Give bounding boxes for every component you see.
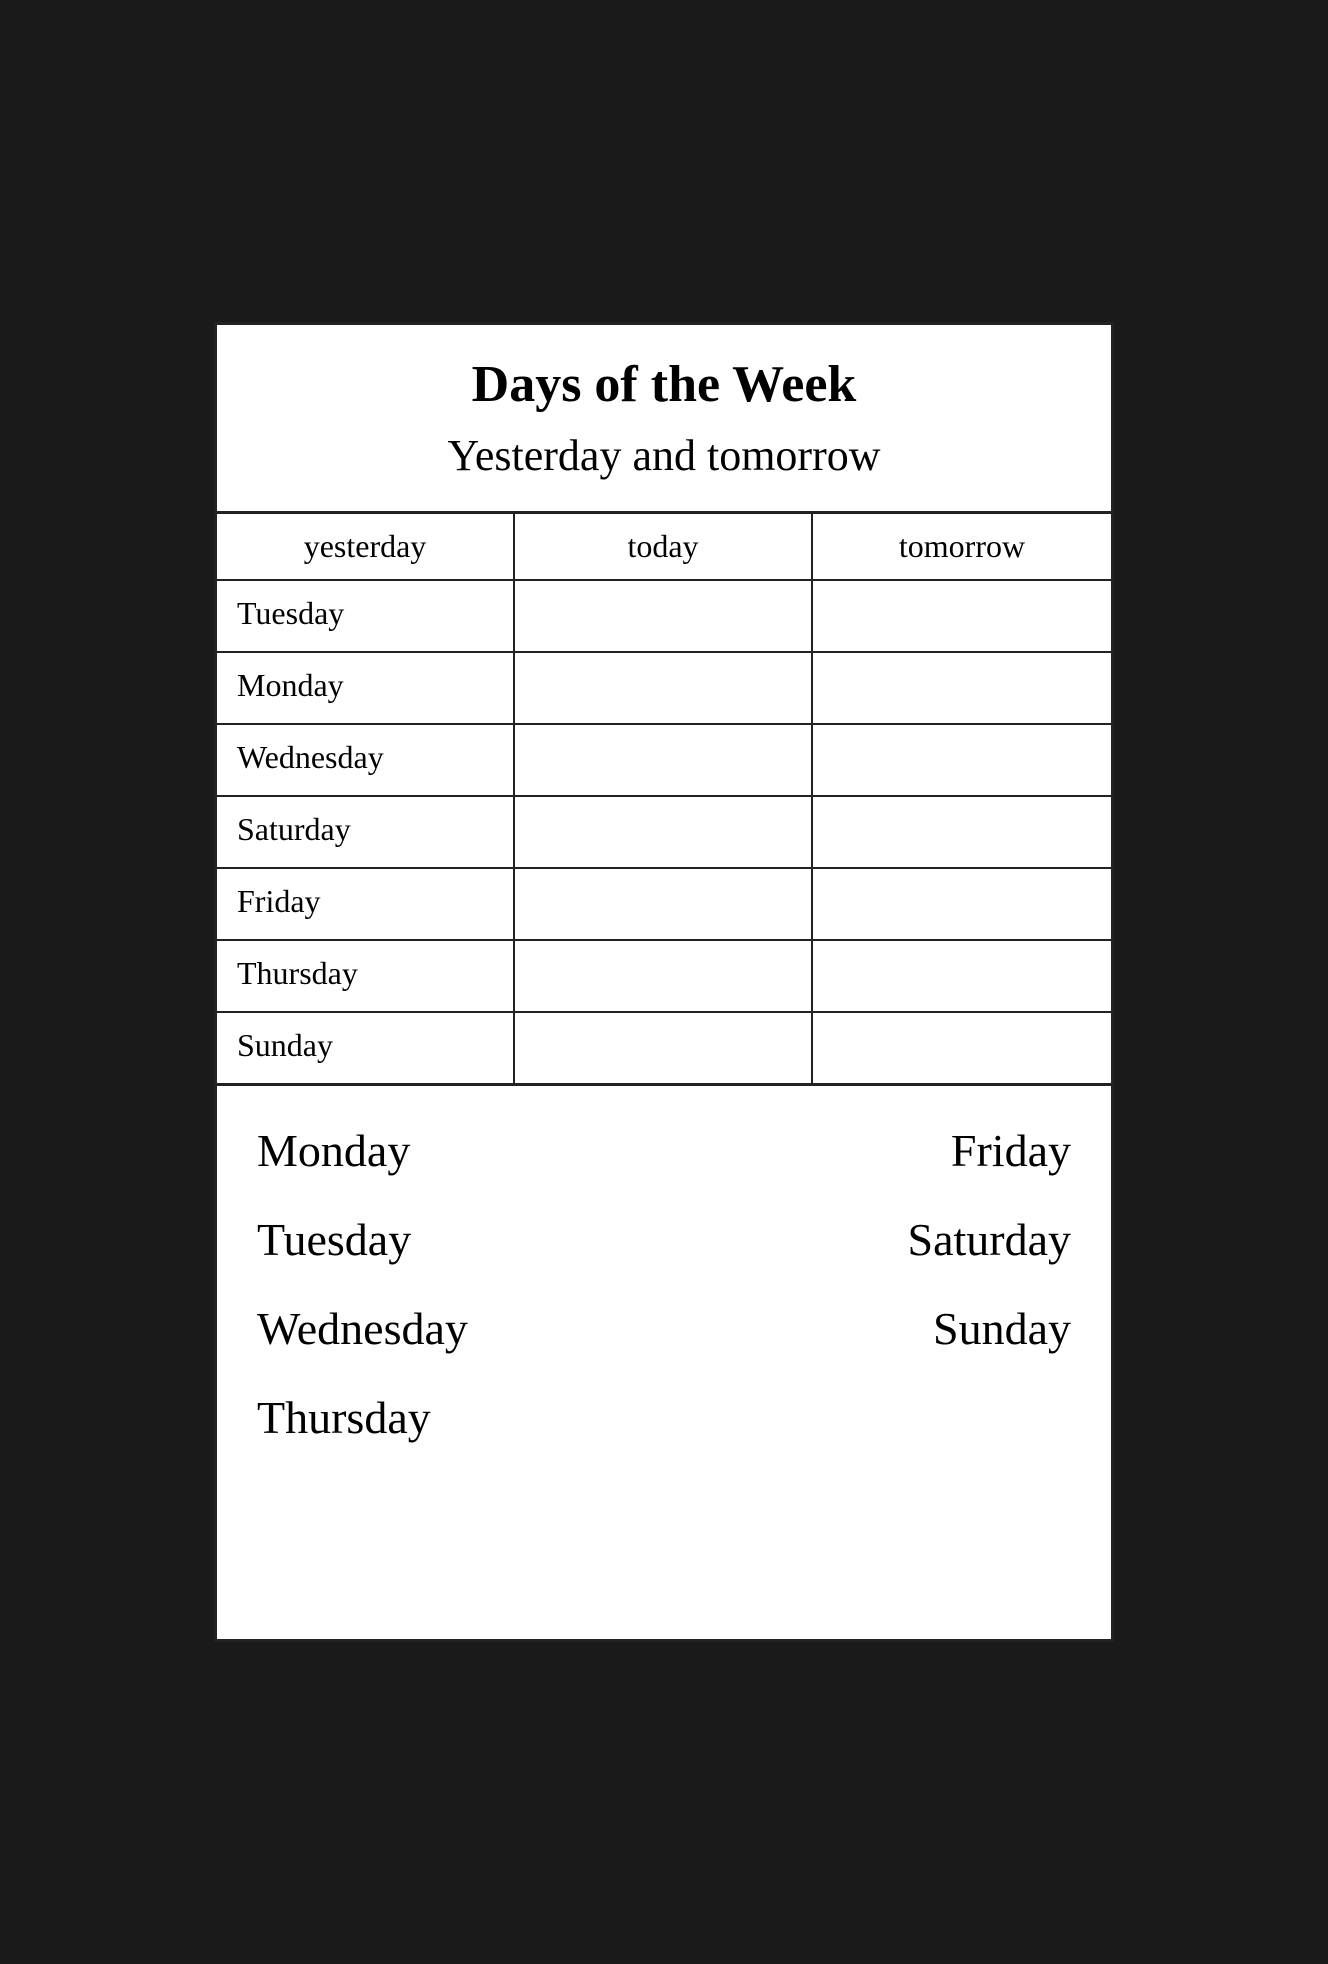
cell-wednesday-yesterday: Wednesday (217, 725, 515, 795)
cell-sunday-tomorrow[interactable] (813, 1013, 1111, 1083)
answer-left-1: Tuesday (247, 1195, 664, 1284)
table-row: Friday (217, 869, 1111, 941)
col-header-today: today (515, 514, 813, 579)
cell-tuesday-tomorrow[interactable] (813, 581, 1111, 651)
col-header-tomorrow: tomorrow (813, 514, 1111, 579)
cell-saturday-yesterday: Saturday (217, 797, 515, 867)
cell-wednesday-today[interactable] (515, 725, 813, 795)
answer-left-0: Monday (247, 1106, 664, 1195)
cell-monday-tomorrow[interactable] (813, 653, 1111, 723)
answer-right-1: Saturday (664, 1195, 1081, 1284)
cell-friday-yesterday: Friday (217, 869, 515, 939)
cell-tuesday-yesterday: Tuesday (217, 581, 515, 651)
col-header-yesterday: yesterday (217, 514, 515, 579)
table-section: yesterday today tomorrow Tuesday Monday … (217, 514, 1111, 1086)
answer-section: Monday Tuesday Wednesday Thursday Friday… (217, 1086, 1111, 1492)
table-row: Saturday (217, 797, 1111, 869)
table-row: Monday (217, 653, 1111, 725)
cell-thursday-today[interactable] (515, 941, 813, 1011)
cell-friday-tomorrow[interactable] (813, 869, 1111, 939)
subtitle: Yesterday and tomorrow (257, 430, 1071, 481)
table-row: Tuesday (217, 581, 1111, 653)
cell-sunday-today[interactable] (515, 1013, 813, 1083)
answer-left-3: Thursday (247, 1373, 664, 1462)
answer-column-right: Friday Saturday Sunday (664, 1106, 1081, 1462)
main-title: Days of the Week (257, 355, 1071, 414)
table-row: Sunday (217, 1013, 1111, 1083)
answer-left-2: Wednesday (247, 1284, 664, 1373)
cell-thursday-tomorrow[interactable] (813, 941, 1111, 1011)
page: Days of the Week Yesterday and tomorrow … (214, 322, 1114, 1642)
cell-monday-today[interactable] (515, 653, 813, 723)
cell-thursday-yesterday: Thursday (217, 941, 515, 1011)
answer-column-left: Monday Tuesday Wednesday Thursday (247, 1106, 664, 1462)
cell-monday-yesterday: Monday (217, 653, 515, 723)
table-row: Thursday (217, 941, 1111, 1013)
cell-saturday-today[interactable] (515, 797, 813, 867)
cell-friday-today[interactable] (515, 869, 813, 939)
column-headers: yesterday today tomorrow (217, 514, 1111, 581)
cell-saturday-tomorrow[interactable] (813, 797, 1111, 867)
table-row: Wednesday (217, 725, 1111, 797)
answer-right-3 (664, 1373, 1081, 1409)
answer-right-2: Sunday (664, 1284, 1081, 1373)
cell-sunday-yesterday: Sunday (217, 1013, 515, 1083)
header-section: Days of the Week Yesterday and tomorrow (217, 325, 1111, 514)
answer-right-0: Friday (664, 1106, 1081, 1195)
cell-wednesday-tomorrow[interactable] (813, 725, 1111, 795)
cell-tuesday-today[interactable] (515, 581, 813, 651)
